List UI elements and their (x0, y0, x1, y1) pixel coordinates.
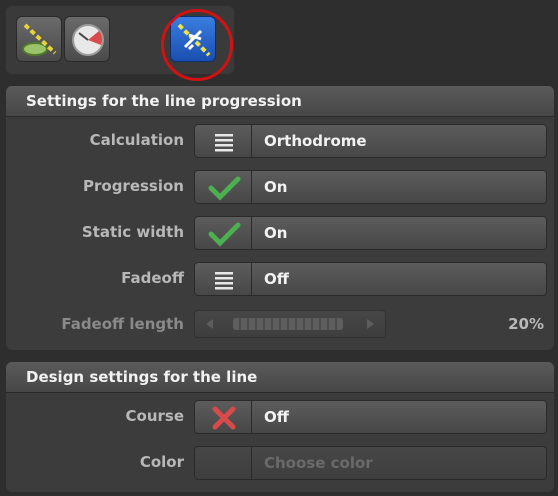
static-width-value[interactable]: On (252, 216, 547, 250)
choose-color-button[interactable]: Choose color (252, 446, 547, 480)
fadeoff-label: Fadeoff (121, 269, 184, 287)
fadeoff-value[interactable]: Off (252, 262, 547, 296)
arrow-right-icon[interactable] (363, 317, 377, 331)
list-menu-icon (215, 134, 233, 152)
fadeoff-length-value: 20% (508, 315, 544, 333)
progression-value[interactable]: On (252, 170, 547, 204)
color-row: Color Choose color (6, 444, 554, 480)
line-progression-section: Settings for the line progression Calcul… (6, 86, 554, 350)
progression-row: Progression On (6, 168, 554, 204)
highlight-circle (161, 9, 233, 81)
course-row: Course Off (6, 398, 554, 434)
line-path-globe-icon (22, 23, 57, 56)
x-mark-icon (212, 406, 236, 430)
static-width-toggle[interactable] (194, 216, 252, 250)
color-label: Color (139, 453, 184, 471)
slider-thumb[interactable] (233, 318, 343, 330)
settings-panel: Settings for the line progression Calcul… (0, 0, 558, 496)
calculation-label: Calculation (89, 131, 184, 149)
static-width-row: Static width On (6, 214, 554, 250)
calculation-menu-button[interactable] (194, 124, 252, 158)
color-swatch[interactable] (194, 446, 252, 480)
checkmark-icon (208, 222, 241, 247)
course-value[interactable]: Off (252, 400, 547, 434)
fadeoff-length-slider[interactable] (194, 310, 386, 338)
calculation-value[interactable]: Orthodrome (252, 124, 547, 158)
progression-label: Progression (83, 177, 184, 195)
list-menu-icon (215, 272, 233, 290)
calculation-row: Calculation Orthodrome (6, 122, 554, 158)
section-title: Settings for the line progression (6, 86, 554, 117)
gauge-icon (72, 24, 104, 56)
fadeoff-length-label: Fadeoff length (61, 315, 184, 333)
fadeoff-row: Fadeoff Off (6, 260, 554, 296)
arrow-left-icon[interactable] (203, 317, 217, 331)
course-label: Course (125, 407, 185, 425)
checkmark-icon (208, 176, 241, 201)
section-title: Design settings for the line (6, 362, 554, 393)
course-toggle[interactable] (194, 400, 252, 434)
tab-line-path[interactable] (16, 16, 62, 62)
tab-gauge[interactable] (64, 16, 110, 62)
fadeoff-menu-button[interactable] (194, 262, 252, 296)
fadeoff-length-row: Fadeoff length 20% (6, 306, 554, 342)
design-section: Design settings for the line Course Off … (6, 362, 554, 492)
static-width-label: Static width (81, 223, 184, 241)
progression-toggle[interactable] (194, 170, 252, 204)
